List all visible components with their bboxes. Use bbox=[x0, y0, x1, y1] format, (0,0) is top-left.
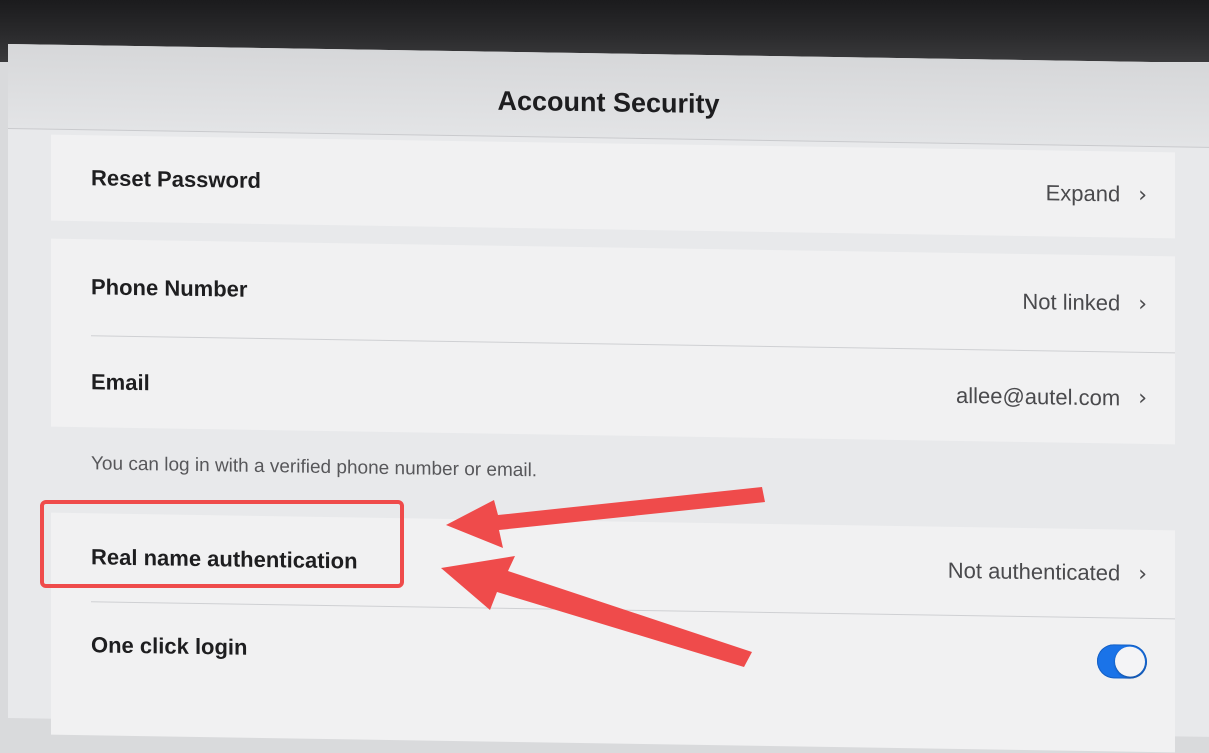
real-name-right: Not authenticated › bbox=[948, 558, 1147, 587]
email-row[interactable]: Email allee@autel.com › bbox=[51, 336, 1175, 445]
reset-password-row[interactable]: Reset Password Expand › bbox=[51, 135, 1175, 239]
toggle-knob bbox=[1115, 646, 1145, 677]
settings-list: Reset Password Expand › Phone Number Not… bbox=[51, 134, 1175, 753]
phone-number-value: Not linked bbox=[1022, 288, 1121, 316]
real-name-value: Not authenticated bbox=[947, 557, 1121, 586]
reset-password-right: Expand › bbox=[1046, 180, 1147, 208]
chevron-right-icon: › bbox=[1138, 182, 1147, 208]
reset-password-card: Reset Password Expand › bbox=[51, 134, 1175, 239]
one-click-login-toggle[interactable] bbox=[1097, 644, 1147, 679]
phone-number-row[interactable]: Phone Number Not linked › bbox=[51, 239, 1175, 353]
title-bar: Account Security bbox=[8, 44, 1209, 148]
contact-card: Phone Number Not linked › Email allee@au… bbox=[51, 238, 1175, 445]
phone-number-label: Phone Number bbox=[91, 274, 248, 302]
phone-number-right: Not linked › bbox=[1022, 289, 1147, 317]
chevron-right-icon: › bbox=[1138, 291, 1147, 317]
one-click-login-row: One click login bbox=[51, 602, 1175, 706]
page-title: Account Security bbox=[497, 85, 720, 119]
email-right: allee@autel.com › bbox=[956, 382, 1147, 411]
reset-password-value: Expand bbox=[1045, 180, 1121, 207]
chevron-right-icon: › bbox=[1138, 561, 1147, 587]
annotation-highlight-box bbox=[40, 500, 404, 588]
chevron-right-icon: › bbox=[1138, 385, 1147, 411]
reset-password-label: Reset Password bbox=[91, 165, 261, 193]
one-click-login-label: One click login bbox=[91, 632, 248, 660]
email-value: allee@autel.com bbox=[955, 382, 1121, 410]
account-security-screen: Account Security Reset Password Expand ›… bbox=[8, 44, 1209, 753]
login-hint-text: You can log in with a verified phone num… bbox=[91, 453, 538, 482]
email-label: Email bbox=[91, 368, 150, 395]
